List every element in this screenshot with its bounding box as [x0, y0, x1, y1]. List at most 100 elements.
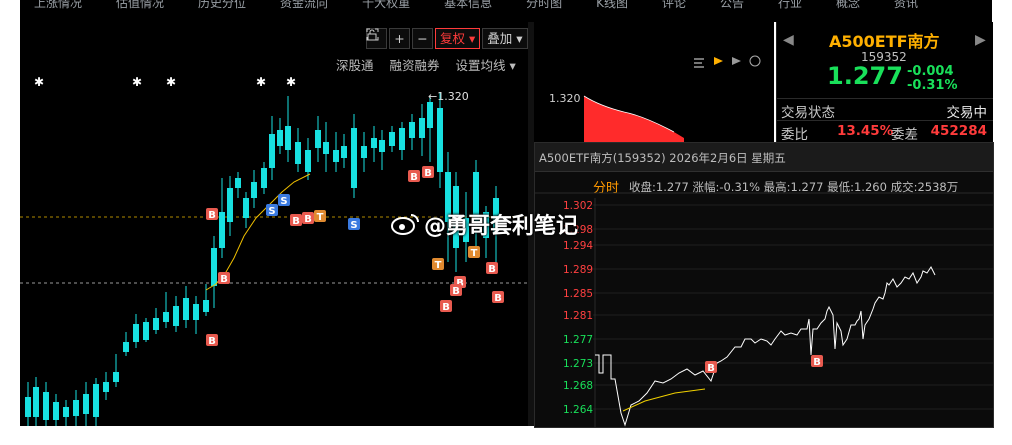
next-arrow-icon[interactable]: ▶ — [975, 32, 986, 48]
chip-distribution-chart: 1.320 — [549, 55, 761, 142]
candle-body — [341, 146, 347, 158]
candle-body — [211, 248, 217, 286]
list-icon[interactable] — [694, 58, 704, 68]
candle-body — [295, 142, 301, 164]
candle-body — [25, 397, 31, 417]
candle-body — [427, 102, 433, 128]
top-menu: 上涨情况 估值情况 历史分位 资金流向 十大权重 基本信息 分时图 K线图 评论 公告 行业 概念 资讯 — [34, 0, 952, 11]
candle-body — [323, 142, 329, 154]
candle-body — [285, 126, 291, 150]
candle-body — [305, 150, 311, 172]
signal-badge-text: B — [424, 168, 432, 179]
candle-body — [193, 304, 199, 320]
price-change: -0.004 — [907, 64, 954, 79]
signal-badge-text: B — [208, 336, 216, 347]
panel-tool-icons[interactable] — [694, 55, 761, 68]
candle-body — [83, 394, 89, 414]
signal-badge-text: B — [494, 293, 502, 304]
candle-body — [183, 298, 189, 320]
candle-body — [371, 138, 377, 148]
candle-body — [261, 168, 267, 188]
menu-item[interactable]: 评论 — [662, 0, 686, 10]
menu-item[interactable]: 概念 — [836, 0, 860, 10]
candle-body — [73, 400, 79, 416]
price-change-pct: -0.31% — [907, 78, 958, 93]
candle-body — [163, 312, 169, 322]
star-marker: ✱ — [34, 75, 44, 89]
weicha-value: 452284 — [930, 123, 987, 139]
intraday-popup[interactable]: A500ETF南方(159352) 2026年2月6日 星期五 分时 收盘:1.… — [534, 142, 994, 428]
menu-item[interactable]: 历史分位 — [198, 0, 246, 10]
candle-body — [277, 130, 283, 146]
intraday-avg-line — [622, 388, 706, 412]
weibo-logo-icon — [390, 212, 420, 242]
candle-body — [333, 150, 339, 162]
candle-body — [243, 198, 249, 218]
signal-badge-text: T — [471, 248, 478, 259]
y-tick-label: 1.281 — [563, 310, 593, 322]
intraday-chart: 1.3021.2981.2941.2891.2851.2811.2771.273… — [535, 192, 993, 427]
menu-item[interactable]: 估值情况 — [116, 0, 164, 10]
signal-badge-text: B — [707, 363, 715, 374]
chip-price-label: 1.320 — [549, 92, 581, 105]
weicha-label: 委差 — [891, 127, 918, 143]
zoom-out-button[interactable]: − — [412, 27, 433, 49]
candle-body — [203, 300, 209, 312]
menu-item[interactable]: 分时图 — [526, 0, 562, 10]
signal-badge-text: B — [410, 172, 418, 183]
rongzi-link[interactable]: 融资融券 — [390, 55, 440, 74]
candle-body — [227, 188, 233, 222]
last-price: 1.277 — [827, 62, 903, 90]
candle-body — [93, 384, 99, 417]
candle-body — [173, 306, 179, 326]
candle-body — [33, 387, 39, 417]
menu-item[interactable]: 行业 — [778, 0, 802, 10]
diejia-label: 叠加 — [487, 30, 513, 46]
trade-status-label: 交易状态 — [781, 105, 835, 121]
menu-item[interactable]: K线图 — [596, 0, 628, 10]
fuquan-dropdown[interactable]: 复权 ▾ — [435, 27, 481, 49]
play-next-icon[interactable] — [732, 57, 741, 65]
diejia-dropdown[interactable]: 叠加 ▾ — [482, 27, 528, 49]
ma-settings-label: 设置均线 — [455, 58, 506, 73]
candle-body — [63, 407, 69, 417]
signal-badge-text: B — [220, 274, 228, 285]
signal-badge-text: B — [813, 357, 821, 368]
star-marker: ✱ — [166, 75, 176, 89]
top-menu-bar: 上涨情况 估值情况 历史分位 资金流向 十大权重 基本信息 分时图 K线图 评论 公告 行业 概念 资讯 — [20, 0, 992, 22]
menu-item[interactable]: 十大权重 — [362, 0, 410, 10]
candle-body — [143, 322, 149, 340]
intraday-price-line — [595, 266, 936, 427]
quote-panel: ◀ ▶ A500ETF南方 159352 1.277 -0.004 -0.31%… — [776, 22, 993, 143]
candle-body — [409, 122, 415, 138]
candle-body — [123, 342, 129, 352]
menu-item[interactable]: 资讯 — [894, 0, 918, 10]
menu-item[interactable]: 资金流向 — [280, 0, 328, 10]
signal-badge-text: B — [304, 214, 312, 225]
chip-distribution-area — [584, 96, 684, 142]
settings-icon[interactable] — [749, 55, 761, 67]
signal-badge-text: S — [280, 196, 287, 207]
menu-item[interactable]: 公告 — [720, 0, 744, 10]
candle-body — [103, 382, 109, 392]
weibi-value: 13.45% — [837, 123, 894, 139]
y-tick-label: 1.264 — [563, 404, 593, 416]
zoom-in-button[interactable]: + — [389, 27, 410, 49]
candle-body — [419, 118, 425, 138]
menu-item[interactable]: 上涨情况 — [34, 0, 82, 10]
candle-body — [133, 324, 139, 342]
menu-item[interactable]: 基本信息 — [444, 0, 492, 10]
candle-body — [269, 134, 275, 168]
signal-badge-text: T — [435, 260, 442, 271]
candle-body — [153, 318, 159, 330]
signal-badge-text: S — [268, 206, 275, 217]
candle-body — [437, 108, 443, 172]
prev-arrow-icon[interactable]: ◀ — [783, 32, 794, 48]
ma-settings-link[interactable]: 设置均线 ▾ — [456, 55, 516, 74]
shengutong-link[interactable]: 深股通 — [336, 55, 374, 74]
candle-body — [379, 140, 385, 152]
signal-badge-text: S — [350, 220, 357, 231]
play-icon[interactable] — [714, 57, 723, 65]
candle-body — [43, 392, 49, 420]
y-tick-label: 1.289 — [563, 264, 593, 276]
